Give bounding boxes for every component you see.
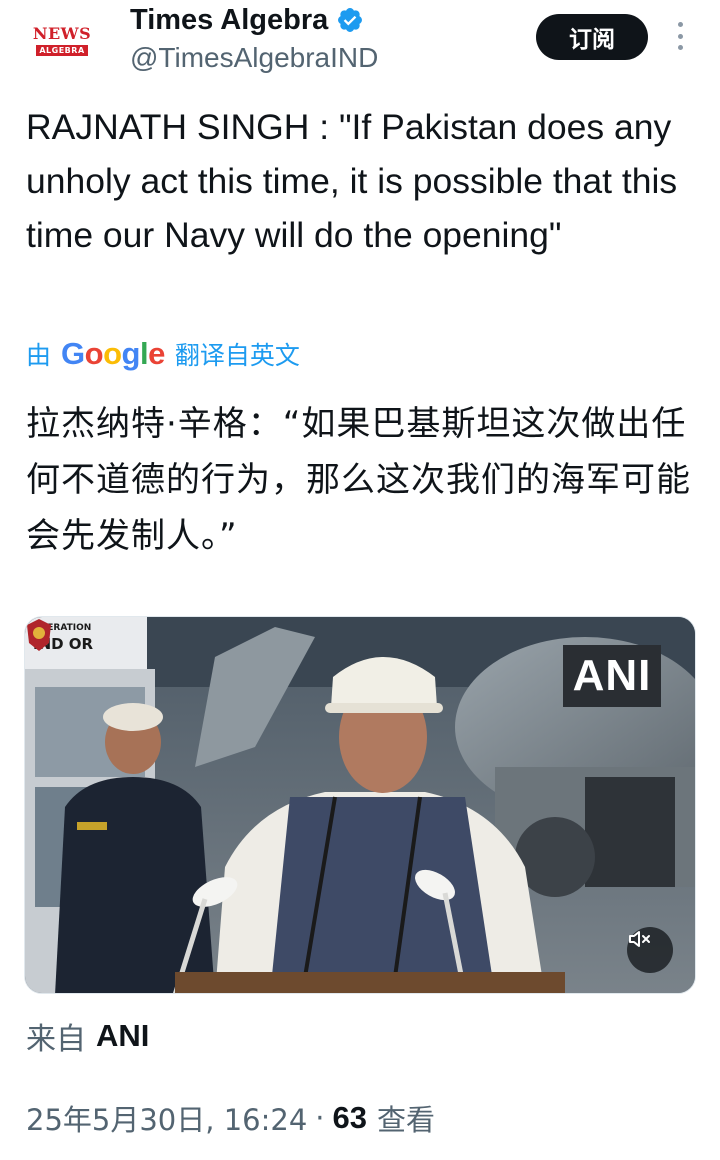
translate-suffix: 翻译自英文 (174, 341, 300, 370)
account-avatar[interactable]: NEWS ALGEBRA (26, 12, 98, 68)
volume-mute-icon[interactable] (627, 927, 673, 973)
media-source: 来自 ANI (26, 1014, 149, 1058)
views-count: 63 (332, 1100, 367, 1135)
video-player[interactable]: OPERATION IND OR ANI (24, 616, 696, 994)
source-prefix: 来自 (26, 1022, 86, 1057)
meta-separator: · (315, 1101, 325, 1135)
navy-emblem-icon (27, 619, 51, 651)
verified-badge-icon (338, 8, 363, 32)
translated-text: 拉杰纳特·辛格：“如果巴基斯坦这次做出任何不道德的行为，那么这次我们的海军可能会… (26, 404, 691, 556)
name-row: Times Algebra (130, 0, 364, 40)
more-options-icon[interactable] (670, 18, 690, 54)
avatar-line2: ALGEBRA (36, 44, 88, 56)
ani-watermark: ANI (563, 645, 661, 707)
tweet-meta: 25年5月30日, 16:24 · 63 查看 (26, 1096, 435, 1140)
views-label: 查看 (376, 1103, 435, 1137)
subscribe-button[interactable]: 订阅 (536, 14, 648, 60)
account-handle[interactable]: @TimesAlgebraIND (130, 42, 378, 74)
translate-prefix: 由 (26, 341, 52, 370)
tweet-timestamp[interactable]: 25年5月30日, 16:24 (26, 1097, 307, 1139)
translate-attribution[interactable]: 由 Google 翻译自英文 (26, 334, 300, 374)
tweet-text: RAJNATH SINGH : "If Pakistan does any un… (26, 107, 678, 255)
source-name-link[interactable]: ANI (96, 1018, 149, 1054)
display-name[interactable]: Times Algebra (130, 4, 328, 37)
google-logo-icon: Google (61, 336, 165, 371)
avatar-line1: NEWS (32, 23, 92, 43)
